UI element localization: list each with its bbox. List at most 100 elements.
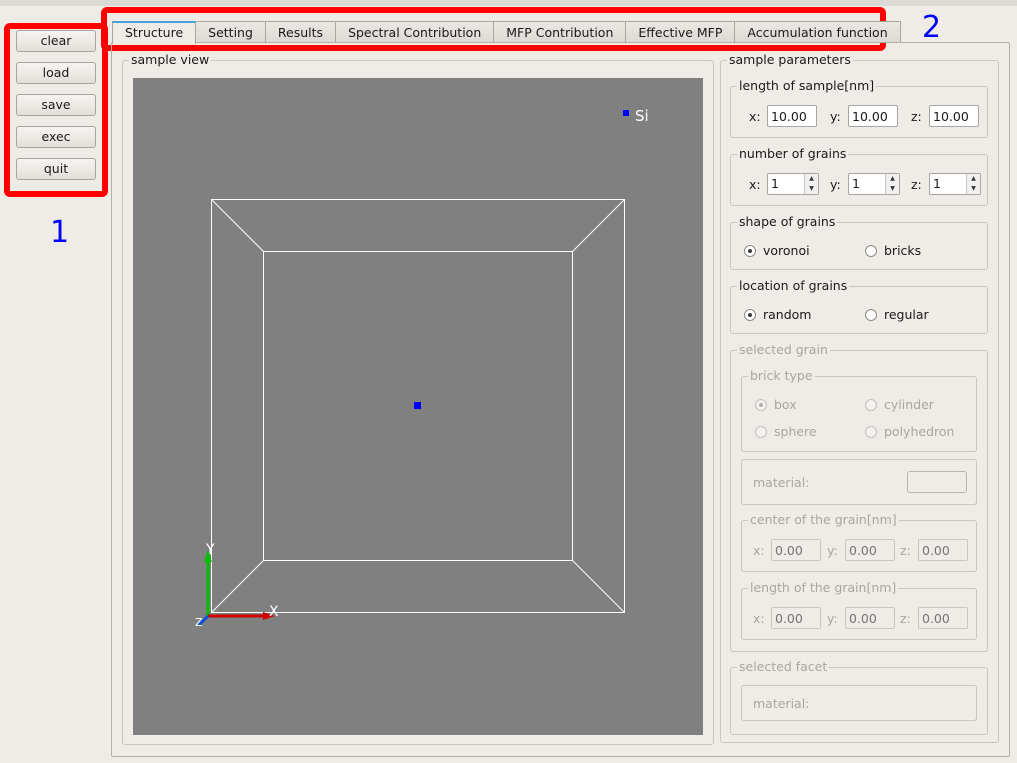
number-of-grains-title: number of grains xyxy=(737,146,849,162)
sample-view-title: sample view xyxy=(129,52,212,68)
radio-unchecked-icon xyxy=(865,244,877,257)
spin-down-icon[interactable]: ▼ xyxy=(805,184,818,194)
glength-y-label: y: xyxy=(827,610,838,626)
highlight-box-1 xyxy=(4,23,108,197)
length-z-label: z: xyxy=(911,108,922,124)
brick-cylinder-label: cylinder xyxy=(884,397,934,412)
grains-z-value: 1 xyxy=(933,176,941,191)
brick-sphere-label: sphere xyxy=(774,424,817,439)
center-y-label: y: xyxy=(827,542,838,558)
axis-y-label: Y xyxy=(205,542,215,558)
grains-y-value: 1 xyxy=(852,176,860,191)
grain-center-title: center of the grain[nm] xyxy=(748,512,899,528)
grains-y-row: y: 1 ▲ ▼ xyxy=(830,173,900,195)
grain-material-label: material: xyxy=(753,475,810,490)
center-y-input[interactable] xyxy=(845,539,895,561)
location-regular-radio[interactable]: regular xyxy=(865,307,929,322)
length-z-input[interactable] xyxy=(929,105,979,127)
glength-z-row: z: xyxy=(900,607,968,629)
glength-y-row: y: xyxy=(827,607,895,629)
radio-checked-icon xyxy=(744,244,756,257)
radio-checked-icon xyxy=(755,398,767,411)
axis-z-label: Z xyxy=(195,616,203,629)
grains-x-value: 1 xyxy=(771,176,779,191)
glength-z-input[interactable] xyxy=(918,607,968,629)
brick-polyhedron-label: polyhedron xyxy=(884,424,955,439)
length-x-input[interactable] xyxy=(767,105,817,127)
length-of-sample-title: length of sample[nm] xyxy=(737,78,877,94)
shape-voronoi-label: voronoi xyxy=(763,243,810,258)
center-y-row: y: xyxy=(827,539,895,561)
radio-checked-icon xyxy=(744,308,756,321)
grain-length-title: length of the grain[nm] xyxy=(748,580,899,596)
grain-material-button[interactable] xyxy=(907,471,967,493)
brick-sphere-radio[interactable]: sphere xyxy=(755,424,817,439)
grains-x-label: x: xyxy=(749,176,761,192)
spin-up-icon[interactable]: ▲ xyxy=(967,174,980,184)
location-of-grains-title: location of grains xyxy=(737,278,850,294)
brick-polyhedron-radio[interactable]: polyhedron xyxy=(865,424,954,439)
grains-x-spinbox[interactable]: 1 ▲ ▼ xyxy=(767,173,819,195)
shape-bricks-label: bricks xyxy=(884,243,922,258)
length-x-label: x: xyxy=(749,108,761,124)
spin-up-icon[interactable]: ▲ xyxy=(805,174,818,184)
spin-down-icon[interactable]: ▼ xyxy=(886,184,899,194)
selected-facet-title: selected facet xyxy=(737,659,830,675)
brick-box-label: box xyxy=(774,397,797,412)
grains-y-spinbox[interactable]: 1 ▲ ▼ xyxy=(848,173,900,195)
legend-si-swatch xyxy=(623,110,629,116)
glength-z-label: z: xyxy=(900,610,911,626)
callout-1: 1 xyxy=(50,215,70,250)
grains-z-row: z: 1 ▲ ▼ xyxy=(911,173,981,195)
center-x-label: x: xyxy=(753,542,765,558)
tab-spectral-contribution[interactable]: Spectral Contribution xyxy=(335,21,495,43)
shape-voronoi-radio[interactable]: voronoi xyxy=(744,243,810,258)
brick-type-title: brick type xyxy=(748,368,815,384)
radio-unchecked-icon xyxy=(755,425,767,438)
facet-material-label: material: xyxy=(753,696,810,711)
tab-mfp-contribution[interactable]: MFP Contribution xyxy=(493,21,627,43)
shape-of-grains-title: shape of grains xyxy=(737,214,838,230)
grains-x-row: x: 1 ▲ ▼ xyxy=(749,173,819,195)
grains-z-label: z: xyxy=(911,176,922,192)
center-z-input[interactable] xyxy=(918,539,968,561)
tab-results[interactable]: Results xyxy=(264,21,337,43)
tab-effective-mfp[interactable]: Effective MFP xyxy=(625,21,736,43)
brick-cylinder-radio[interactable]: cylinder xyxy=(865,397,934,412)
sample-3d-view: Si Y X Z xyxy=(195,107,649,629)
grain-center-marker xyxy=(414,402,421,409)
spin-up-icon[interactable]: ▲ xyxy=(886,174,899,184)
glength-y-input[interactable] xyxy=(845,607,895,629)
radio-unchecked-icon xyxy=(865,398,877,411)
location-regular-label: regular xyxy=(884,307,929,322)
center-z-label: z: xyxy=(900,542,911,558)
selected-grain-title: selected grain xyxy=(737,342,830,358)
radio-unchecked-icon xyxy=(865,425,877,438)
tab-bar: Structure Setting Results Spectral Contr… xyxy=(112,21,901,44)
sample-view-canvas[interactable]: Si Y X Z xyxy=(133,78,703,735)
location-random-label: random xyxy=(763,307,812,322)
spin-down-icon[interactable]: ▼ xyxy=(967,184,980,194)
callout-2: 2 xyxy=(922,10,942,45)
shape-bricks-radio[interactable]: bricks xyxy=(865,243,921,258)
brick-type-group: brick type xyxy=(741,368,977,452)
window-titlebar xyxy=(0,0,1017,6)
tab-setting[interactable]: Setting xyxy=(195,21,266,43)
tab-accumulation-function[interactable]: Accumulation function xyxy=(734,21,901,43)
length-y-input[interactable] xyxy=(848,105,898,127)
grains-z-spinbox[interactable]: 1 ▲ ▼ xyxy=(929,173,981,195)
radio-unchecked-icon xyxy=(865,308,877,321)
legend-si-label: Si xyxy=(635,107,649,125)
length-y-label: y: xyxy=(830,108,841,124)
axis-x-label: X xyxy=(269,604,279,620)
center-x-input[interactable] xyxy=(771,539,821,561)
tab-structure[interactable]: Structure xyxy=(112,21,197,44)
brick-box-radio[interactable]: box xyxy=(755,397,797,412)
sample-parameters-title: sample parameters xyxy=(727,52,853,68)
glength-x-label: x: xyxy=(753,610,765,626)
glength-x-input[interactable] xyxy=(771,607,821,629)
grains-y-label: y: xyxy=(830,176,841,192)
center-z-row: z: xyxy=(900,539,968,561)
location-random-radio[interactable]: random xyxy=(744,307,811,322)
center-x-row: x: xyxy=(753,539,821,561)
